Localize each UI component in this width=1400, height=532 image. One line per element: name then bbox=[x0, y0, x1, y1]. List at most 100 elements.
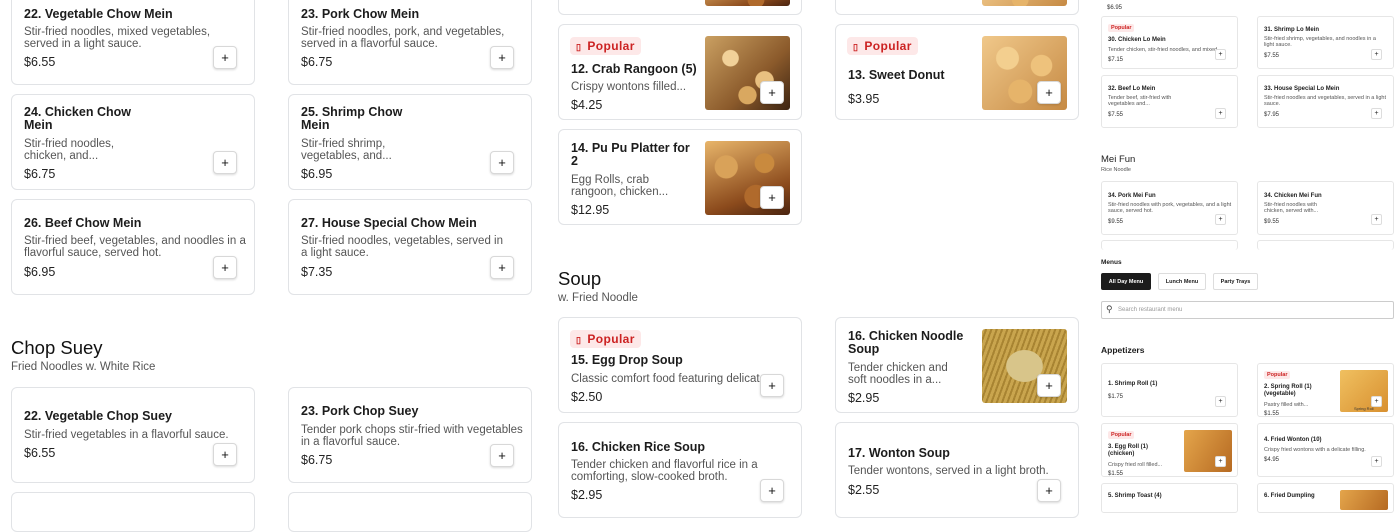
menu-item-card[interactable]: ▯ Popular 12. Crab Rangoon (5) Crispy won… bbox=[558, 24, 802, 120]
popular-badge: ▯ Popular bbox=[847, 37, 918, 55]
menu-item-card[interactable]: ▯ Popular 15. Egg Drop Soup Classic comfo… bbox=[558, 317, 802, 413]
item-title: 13. Sweet Donut bbox=[848, 68, 945, 82]
menu-item-card[interactable] bbox=[288, 492, 532, 532]
menu-item-card[interactable]: 31. Shrimp Lo Mein Stir-fried shrimp, ve… bbox=[1257, 16, 1394, 69]
fire-icon: ▯ bbox=[576, 42, 582, 52]
menu-item-card[interactable] bbox=[11, 492, 255, 532]
item-price: $1.55 bbox=[1264, 411, 1280, 417]
item-price: $6.55 bbox=[24, 446, 56, 460]
section-title-appetizers: Appetizers bbox=[1101, 345, 1145, 355]
add-to-cart-button[interactable]: + bbox=[1371, 108, 1382, 119]
add-to-cart-button[interactable]: + bbox=[760, 81, 784, 104]
add-to-cart-button[interactable]: + bbox=[1037, 81, 1061, 104]
food-photo bbox=[982, 0, 1067, 6]
menu-item-card[interactable]: 22. Vegetable Chow Mein Stir-fried noodl… bbox=[11, 0, 255, 85]
add-to-cart-button[interactable]: + bbox=[490, 46, 514, 69]
menu-item-card[interactable]: 14. Pu Pu Platter for 2 Egg Rolls, crab … bbox=[558, 129, 802, 225]
menu-item-card[interactable]: 23. Pork Chop Suey Tender pork chops sti… bbox=[288, 387, 532, 483]
add-to-cart-button[interactable]: + bbox=[1371, 49, 1382, 60]
section-title-chop-suey: Chop Suey bbox=[11, 337, 103, 358]
add-to-cart-button[interactable]: + bbox=[213, 443, 237, 466]
add-to-cart-button[interactable]: + bbox=[490, 151, 514, 174]
item-title: 30. Chicken Lo Mein bbox=[1108, 37, 1166, 43]
menu-item-card[interactable]: 1. Shrimp Roll (1) $1.75 + bbox=[1101, 363, 1238, 417]
item-title: 17. Wonton Soup bbox=[848, 446, 950, 460]
tab-party-trays[interactable]: Party Trays bbox=[1213, 273, 1258, 290]
menu-item-card[interactable] bbox=[835, 0, 1079, 15]
add-to-cart-button[interactable]: + bbox=[1371, 214, 1382, 225]
item-price: $6.55 bbox=[24, 55, 56, 69]
menu-item-card[interactable]: 16. Chicken Noodle Soup Tender chicken a… bbox=[835, 317, 1079, 413]
menu-item-card[interactable]: Popular 3. Egg Roll (1) (chicken) Crispy… bbox=[1101, 423, 1238, 477]
section-subtitle: w. Fried Noodle bbox=[558, 292, 638, 304]
menu-item-card[interactable]: 24. Chicken Chow Mein Stir-fried noodles… bbox=[11, 94, 255, 190]
menu-item-card[interactable]: 4. Fried Wonton (10) Crispy fried wonton… bbox=[1257, 423, 1394, 477]
menu-item-card[interactable]: 17. Wonton Soup Tender wontons, served i… bbox=[835, 422, 1079, 518]
add-to-cart-button[interactable]: + bbox=[490, 444, 514, 467]
add-to-cart-button[interactable]: + bbox=[1037, 374, 1061, 397]
menu-item-card[interactable]: 23. Pork Chow Mein Stir-fried noodles, p… bbox=[288, 0, 532, 85]
item-title: 23. Pork Chop Suey bbox=[301, 404, 419, 418]
menu-item-card[interactable]: 34. Pork Mei Fun Stir-fried noodles with… bbox=[1101, 181, 1238, 235]
search-input[interactable]: ⚲ Search restaurant menu bbox=[1101, 301, 1394, 319]
menu-item-card[interactable]: 26. Beef Chow Mein Stir-fried beef, vege… bbox=[11, 199, 255, 295]
add-to-cart-button[interactable]: + bbox=[760, 479, 784, 502]
add-to-cart-button[interactable]: + bbox=[760, 186, 784, 209]
item-title: 33. House Special Lo Mein bbox=[1264, 86, 1340, 92]
add-to-cart-button[interactable]: + bbox=[1215, 396, 1226, 407]
fire-icon: ▯ bbox=[853, 42, 859, 52]
item-description: Tender chicken and flavorful rice in a c… bbox=[571, 459, 758, 483]
add-to-cart-button[interactable]: + bbox=[1371, 396, 1382, 407]
menu-item-card[interactable]: Popular 2. Spring Roll (1) (vegetable) P… bbox=[1257, 363, 1394, 417]
item-description: Egg Rolls, crab rangoon, chicken... bbox=[571, 174, 669, 198]
item-title: 27. House Special Chow Mein bbox=[301, 216, 477, 230]
item-title: 34. Chicken Mei Fun bbox=[1264, 193, 1322, 199]
tab-lunch-menu[interactable]: Lunch Menu bbox=[1158, 273, 1206, 290]
item-description: Stir-fried noodles with chicken, served … bbox=[1264, 202, 1319, 214]
menus-heading: Menus bbox=[1101, 259, 1122, 266]
menu-item-card[interactable] bbox=[1257, 240, 1394, 250]
food-photo bbox=[705, 0, 790, 6]
item-title: 5. Shrimp Toast (4) bbox=[1108, 493, 1162, 499]
menu-item-card[interactable]: 27. House Special Chow Mein Stir-fried n… bbox=[288, 199, 532, 295]
add-to-cart-button[interactable]: + bbox=[1215, 456, 1226, 467]
item-description: Stir-fried vegetables in a flavorful sau… bbox=[24, 429, 229, 441]
add-to-cart-button[interactable]: + bbox=[1037, 479, 1061, 502]
menu-item-card[interactable]: 6. Fried Dumpling bbox=[1257, 483, 1394, 513]
menu-item-card[interactable]: 34. Chicken Mei Fun Stir-fried noodles w… bbox=[1257, 181, 1394, 235]
section-subtitle: Fried Noodles w. White Rice bbox=[11, 361, 156, 373]
menu-item-card[interactable]: 25. Shrimp Chow Mein Stir-fried shrimp, … bbox=[288, 94, 532, 190]
add-to-cart-button[interactable]: + bbox=[1215, 214, 1226, 225]
add-to-cart-button[interactable]: + bbox=[213, 151, 237, 174]
popular-badge: Popular bbox=[1264, 371, 1291, 379]
item-price: $7.15 bbox=[1108, 57, 1124, 63]
menu-item-card[interactable]: 32. Beef Lo Mein Tender beef, stir-fried… bbox=[1101, 75, 1238, 128]
add-to-cart-button[interactable]: + bbox=[490, 256, 514, 279]
menu-item-card[interactable] bbox=[1101, 240, 1238, 250]
add-to-cart-button[interactable]: + bbox=[760, 374, 784, 397]
add-to-cart-button[interactable]: + bbox=[213, 256, 237, 279]
item-price: $6.95 bbox=[24, 265, 56, 279]
item-price: $1.75 bbox=[1108, 394, 1124, 400]
popular-badge: Popular bbox=[1108, 24, 1135, 32]
add-to-cart-button[interactable]: + bbox=[1215, 108, 1226, 119]
menu-item-card[interactable]: 5. Shrimp Toast (4) bbox=[1101, 483, 1238, 513]
tab-all-day-menu[interactable]: All Day Menu bbox=[1101, 273, 1151, 290]
search-icon: ⚲ bbox=[1106, 304, 1113, 314]
item-description: Stir-fried noodles, chicken, and... bbox=[24, 138, 115, 162]
photo-caption: Spring Roll bbox=[1354, 406, 1374, 411]
menu-item-card[interactable]: Popular 30. Chicken Lo Mein Tender chick… bbox=[1101, 16, 1238, 69]
item-description: Stir-fried noodles, vegetables, served i… bbox=[301, 235, 503, 259]
menu-item-card[interactable] bbox=[558, 0, 802, 15]
item-title: 16. Chicken Noodle Soup bbox=[848, 329, 964, 356]
menu-item-card[interactable]: ▯ Popular 13. Sweet Donut $3.95 + bbox=[835, 24, 1079, 120]
menu-item-card[interactable]: 16. Chicken Rice Soup Tender chicken and… bbox=[558, 422, 802, 518]
add-to-cart-button[interactable]: + bbox=[213, 46, 237, 69]
menu-item-card[interactable]: 33. House Special Lo Mein Stir-fried noo… bbox=[1257, 75, 1394, 128]
item-price: $2.50 bbox=[571, 390, 603, 404]
item-description: Crispy fried wontons with a delicate fil… bbox=[1264, 447, 1366, 453]
add-to-cart-button[interactable]: + bbox=[1371, 456, 1382, 467]
add-to-cart-button[interactable]: + bbox=[1215, 49, 1226, 60]
section-title-mei-fun: Mei Fun bbox=[1101, 154, 1136, 165]
menu-item-card[interactable]: 22. Vegetable Chop Suey Stir-fried veget… bbox=[11, 387, 255, 483]
